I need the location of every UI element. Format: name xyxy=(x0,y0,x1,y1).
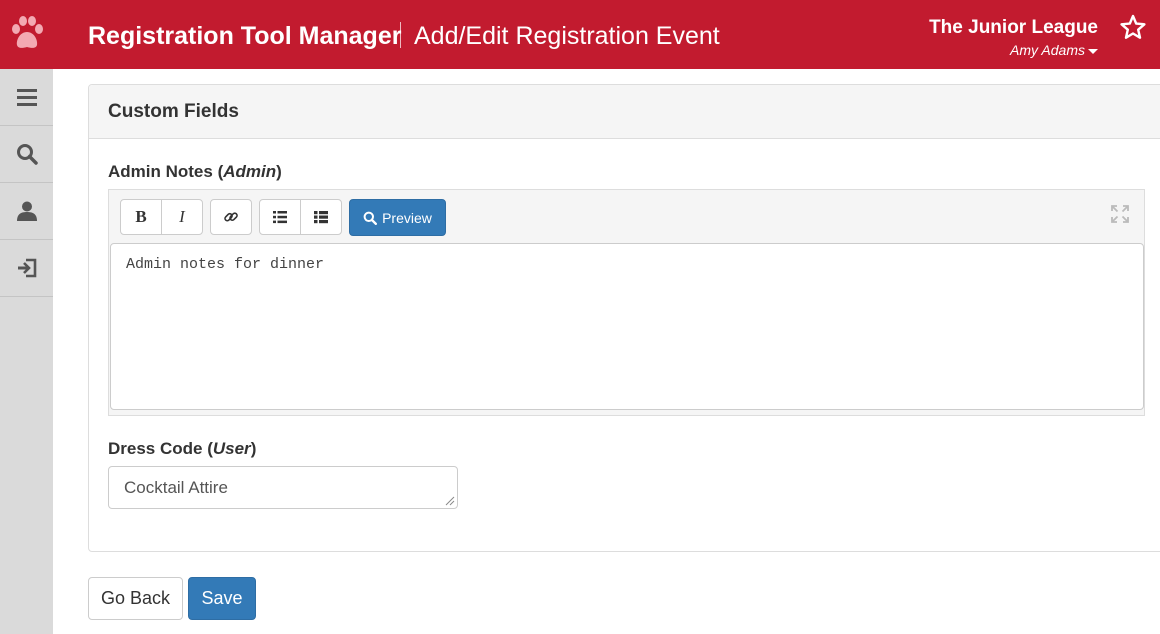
page-title: Add/Edit Registration Event xyxy=(414,22,720,50)
link-icon xyxy=(224,212,238,222)
sidebar xyxy=(0,69,53,634)
bold-button-label: B xyxy=(135,207,147,226)
panel-heading: Custom Fields xyxy=(89,85,1160,139)
admin-notes-label: Admin Notes (Admin) xyxy=(108,162,282,181)
list-button-group xyxy=(259,199,342,235)
ordered-list-button[interactable] xyxy=(300,199,342,235)
search-icon xyxy=(363,211,378,225)
fullscreen-icon[interactable] xyxy=(1110,204,1130,224)
caret-down-icon xyxy=(1088,48,1098,54)
app-title: Registration Tool Manager xyxy=(88,22,402,50)
star-icon[interactable] xyxy=(1120,14,1146,40)
dress-code-input[interactable]: Cocktail Attire xyxy=(108,466,458,509)
sign-out-icon xyxy=(17,258,36,278)
list-ol-icon xyxy=(314,211,328,224)
dress-code-label-text: Dress Code xyxy=(108,439,203,458)
user-icon xyxy=(16,201,37,221)
sidebar-item-profile[interactable] xyxy=(0,183,53,240)
title-divider xyxy=(400,22,401,48)
bold-button[interactable]: B xyxy=(120,199,162,235)
hamburger-icon xyxy=(16,89,37,106)
search-icon xyxy=(16,144,38,165)
organization-name: The Junior League xyxy=(929,17,1098,38)
sidebar-item-menu[interactable] xyxy=(0,69,53,126)
user-name: Amy Adams xyxy=(1010,42,1085,58)
paw-icon[interactable] xyxy=(10,14,44,54)
preview-button-label: Preview xyxy=(382,209,432,226)
preview-button[interactable]: Preview xyxy=(349,199,446,236)
top-bar: Registration Tool Manager Add/Edit Regis… xyxy=(0,0,1160,69)
admin-notes-label-text: Admin Notes xyxy=(108,162,213,181)
sidebar-item-search[interactable] xyxy=(0,126,53,183)
markdown-editor: B I Preview Admin notes for dinner xyxy=(108,189,1145,416)
user-menu[interactable]: Amy Adams xyxy=(1010,41,1098,59)
admin-notes-scope: Admin xyxy=(223,162,277,181)
link-button-group xyxy=(210,199,252,235)
go-back-button-label: Go Back xyxy=(100,588,171,608)
format-button-group: B I xyxy=(120,199,203,235)
save-button-label: Save xyxy=(201,588,243,608)
save-button[interactable]: Save xyxy=(188,577,256,620)
dress-code-scope: User xyxy=(212,439,251,458)
list-ul-icon xyxy=(273,211,287,224)
custom-fields-panel: Custom Fields Admin Notes (Admin) B I Pr… xyxy=(88,84,1160,552)
link-button[interactable] xyxy=(210,199,252,235)
go-back-button[interactable]: Go Back xyxy=(88,577,183,620)
italic-button-label: I xyxy=(179,207,185,226)
italic-button[interactable]: I xyxy=(161,199,203,235)
dress-code-label: Dress Code (User) xyxy=(108,439,257,458)
unordered-list-button[interactable] xyxy=(259,199,301,235)
admin-notes-textarea[interactable]: Admin notes for dinner xyxy=(110,243,1144,410)
sidebar-item-logout[interactable] xyxy=(0,240,53,297)
